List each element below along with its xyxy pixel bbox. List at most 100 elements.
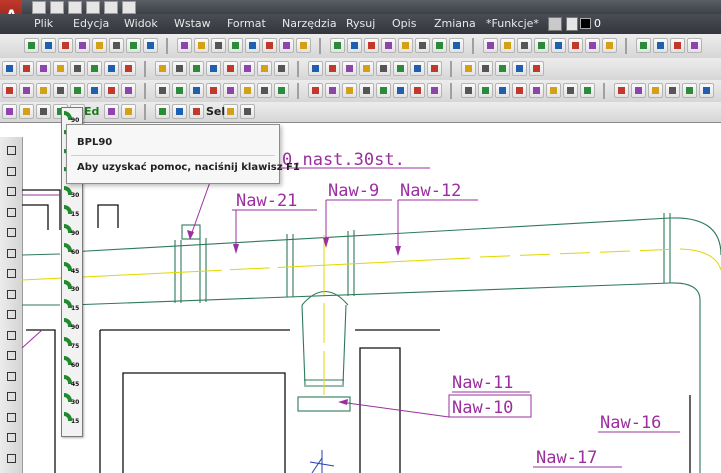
toolbar-button[interactable] (2, 83, 17, 98)
toolbar-button[interactable] (75, 38, 90, 53)
elbow-button[interactable]: 30 (63, 185, 80, 203)
toolbar-button[interactable] (512, 61, 527, 76)
toolbar-button[interactable] (172, 83, 187, 98)
toolbar-button[interactable] (568, 38, 583, 53)
toolbar-button[interactable] (602, 38, 617, 53)
toolbar-button[interactable] (70, 83, 85, 98)
undo-icon[interactable] (104, 1, 118, 14)
toolbar-button[interactable] (376, 61, 391, 76)
toolbar-button[interactable] (325, 83, 340, 98)
draw-tool-button[interactable] (3, 245, 18, 260)
draw-tool-button[interactable] (3, 306, 18, 321)
toolbar-button[interactable] (19, 104, 34, 119)
toolbar-button[interactable] (393, 61, 408, 76)
draw-tool-button[interactable] (3, 224, 18, 239)
elbow-button[interactable]: 30 (63, 279, 80, 297)
menu-wstaw[interactable]: Wstaw (174, 17, 211, 30)
toolbar-button[interactable] (427, 61, 442, 76)
layer-lock-icon[interactable] (566, 17, 578, 31)
toolbar-button[interactable] (500, 38, 515, 53)
toolbar-button[interactable] (223, 83, 238, 98)
toolbar-button[interactable] (58, 38, 73, 53)
toolbar-button[interactable] (104, 83, 119, 98)
toolbar-button[interactable] (172, 61, 187, 76)
toolbar-button[interactable] (376, 83, 391, 98)
elbow-button[interactable]: 45 (63, 261, 80, 279)
redo-icon[interactable] (122, 1, 136, 14)
menu-rysuj[interactable]: Rysuj (346, 17, 375, 30)
toolbar-button[interactable] (194, 38, 209, 53)
toolbar-button[interactable] (206, 61, 221, 76)
draw-tool-button[interactable] (3, 286, 18, 301)
toolbar-button[interactable] (364, 38, 379, 53)
toolbar-button[interactable] (359, 61, 374, 76)
elbow-button[interactable]: 45 (63, 374, 80, 392)
open-file-icon[interactable] (50, 1, 64, 14)
toolbar-button[interactable] (211, 38, 226, 53)
new-file-icon[interactable] (32, 1, 46, 14)
toolbar-button[interactable] (529, 83, 544, 98)
toolbar-button[interactable] (143, 38, 158, 53)
toolbar-button[interactable] (512, 83, 527, 98)
toolbar-button[interactable] (359, 83, 374, 98)
elbow-button[interactable]: 75 (63, 336, 80, 354)
toolbar-button[interactable] (240, 61, 255, 76)
toolbar-button[interactable] (665, 83, 680, 98)
toolbar-button[interactable] (546, 83, 561, 98)
draw-tool-button[interactable] (3, 163, 18, 178)
toolbar-button[interactable] (330, 38, 345, 53)
toolbar-button[interactable] (308, 61, 323, 76)
toolbar-button[interactable] (687, 38, 702, 53)
menu-opis[interactable]: Opis (392, 17, 416, 30)
toolbar-button[interactable] (653, 38, 668, 53)
toolbar-button[interactable] (2, 104, 17, 119)
toolbar-button[interactable] (483, 38, 498, 53)
menu-zmiana[interactable]: Zmiana (434, 17, 476, 30)
toolbar-button[interactable] (189, 104, 204, 119)
toolbar-button[interactable] (699, 83, 714, 98)
toolbar-button[interactable] (155, 104, 170, 119)
toolbar-button[interactable] (228, 38, 243, 53)
toolbar-button[interactable] (121, 104, 136, 119)
toolbar-button[interactable] (585, 38, 600, 53)
toolbar-button[interactable] (347, 38, 362, 53)
toolbar-button[interactable] (342, 61, 357, 76)
toolbar-button[interactable] (257, 61, 272, 76)
elbow-button[interactable]: 90 (63, 223, 80, 241)
draw-tool-button[interactable] (3, 265, 18, 280)
sel-label[interactable]: Sel (206, 105, 225, 118)
toolbar-button[interactable] (104, 61, 119, 76)
menu-funkcje[interactable]: *Funkcje* (486, 17, 539, 30)
toolbar-button[interactable] (410, 61, 425, 76)
save-icon[interactable] (68, 1, 82, 14)
draw-tool-button[interactable] (3, 142, 18, 157)
elbow-button[interactable]: 30 (63, 392, 80, 410)
toolbar-button[interactable] (19, 61, 34, 76)
toolbar-button[interactable] (240, 104, 255, 119)
toolbar-button[interactable] (104, 104, 119, 119)
toolbar-button[interactable] (87, 61, 102, 76)
toolbar-button[interactable] (495, 83, 510, 98)
toolbar-button[interactable] (410, 83, 425, 98)
toolbar-button[interactable] (257, 83, 272, 98)
print-icon[interactable] (86, 1, 100, 14)
toolbar-button[interactable] (155, 83, 170, 98)
toolbar-button[interactable] (478, 61, 493, 76)
toolbar-button[interactable] (36, 83, 51, 98)
toolbar-button[interactable] (381, 38, 396, 53)
elbow-button[interactable]: 15 (63, 411, 80, 429)
draw-tool-button[interactable] (3, 347, 18, 362)
toolbar-button[interactable] (631, 83, 646, 98)
toolbar-button[interactable] (19, 83, 34, 98)
toolbar-button[interactable] (121, 83, 136, 98)
toolbar-button[interactable] (274, 61, 289, 76)
toolbar-button[interactable] (36, 61, 51, 76)
menu-plik[interactable]: Plik (34, 17, 53, 30)
draw-tool-button[interactable] (3, 409, 18, 424)
toolbar-button[interactable] (240, 83, 255, 98)
layer-color-swatch[interactable] (580, 18, 591, 29)
layer-name-value[interactable]: 0 (594, 17, 601, 30)
toolbar-button[interactable] (92, 38, 107, 53)
menu-format[interactable]: Format (227, 17, 266, 30)
toolbar-button[interactable] (342, 83, 357, 98)
